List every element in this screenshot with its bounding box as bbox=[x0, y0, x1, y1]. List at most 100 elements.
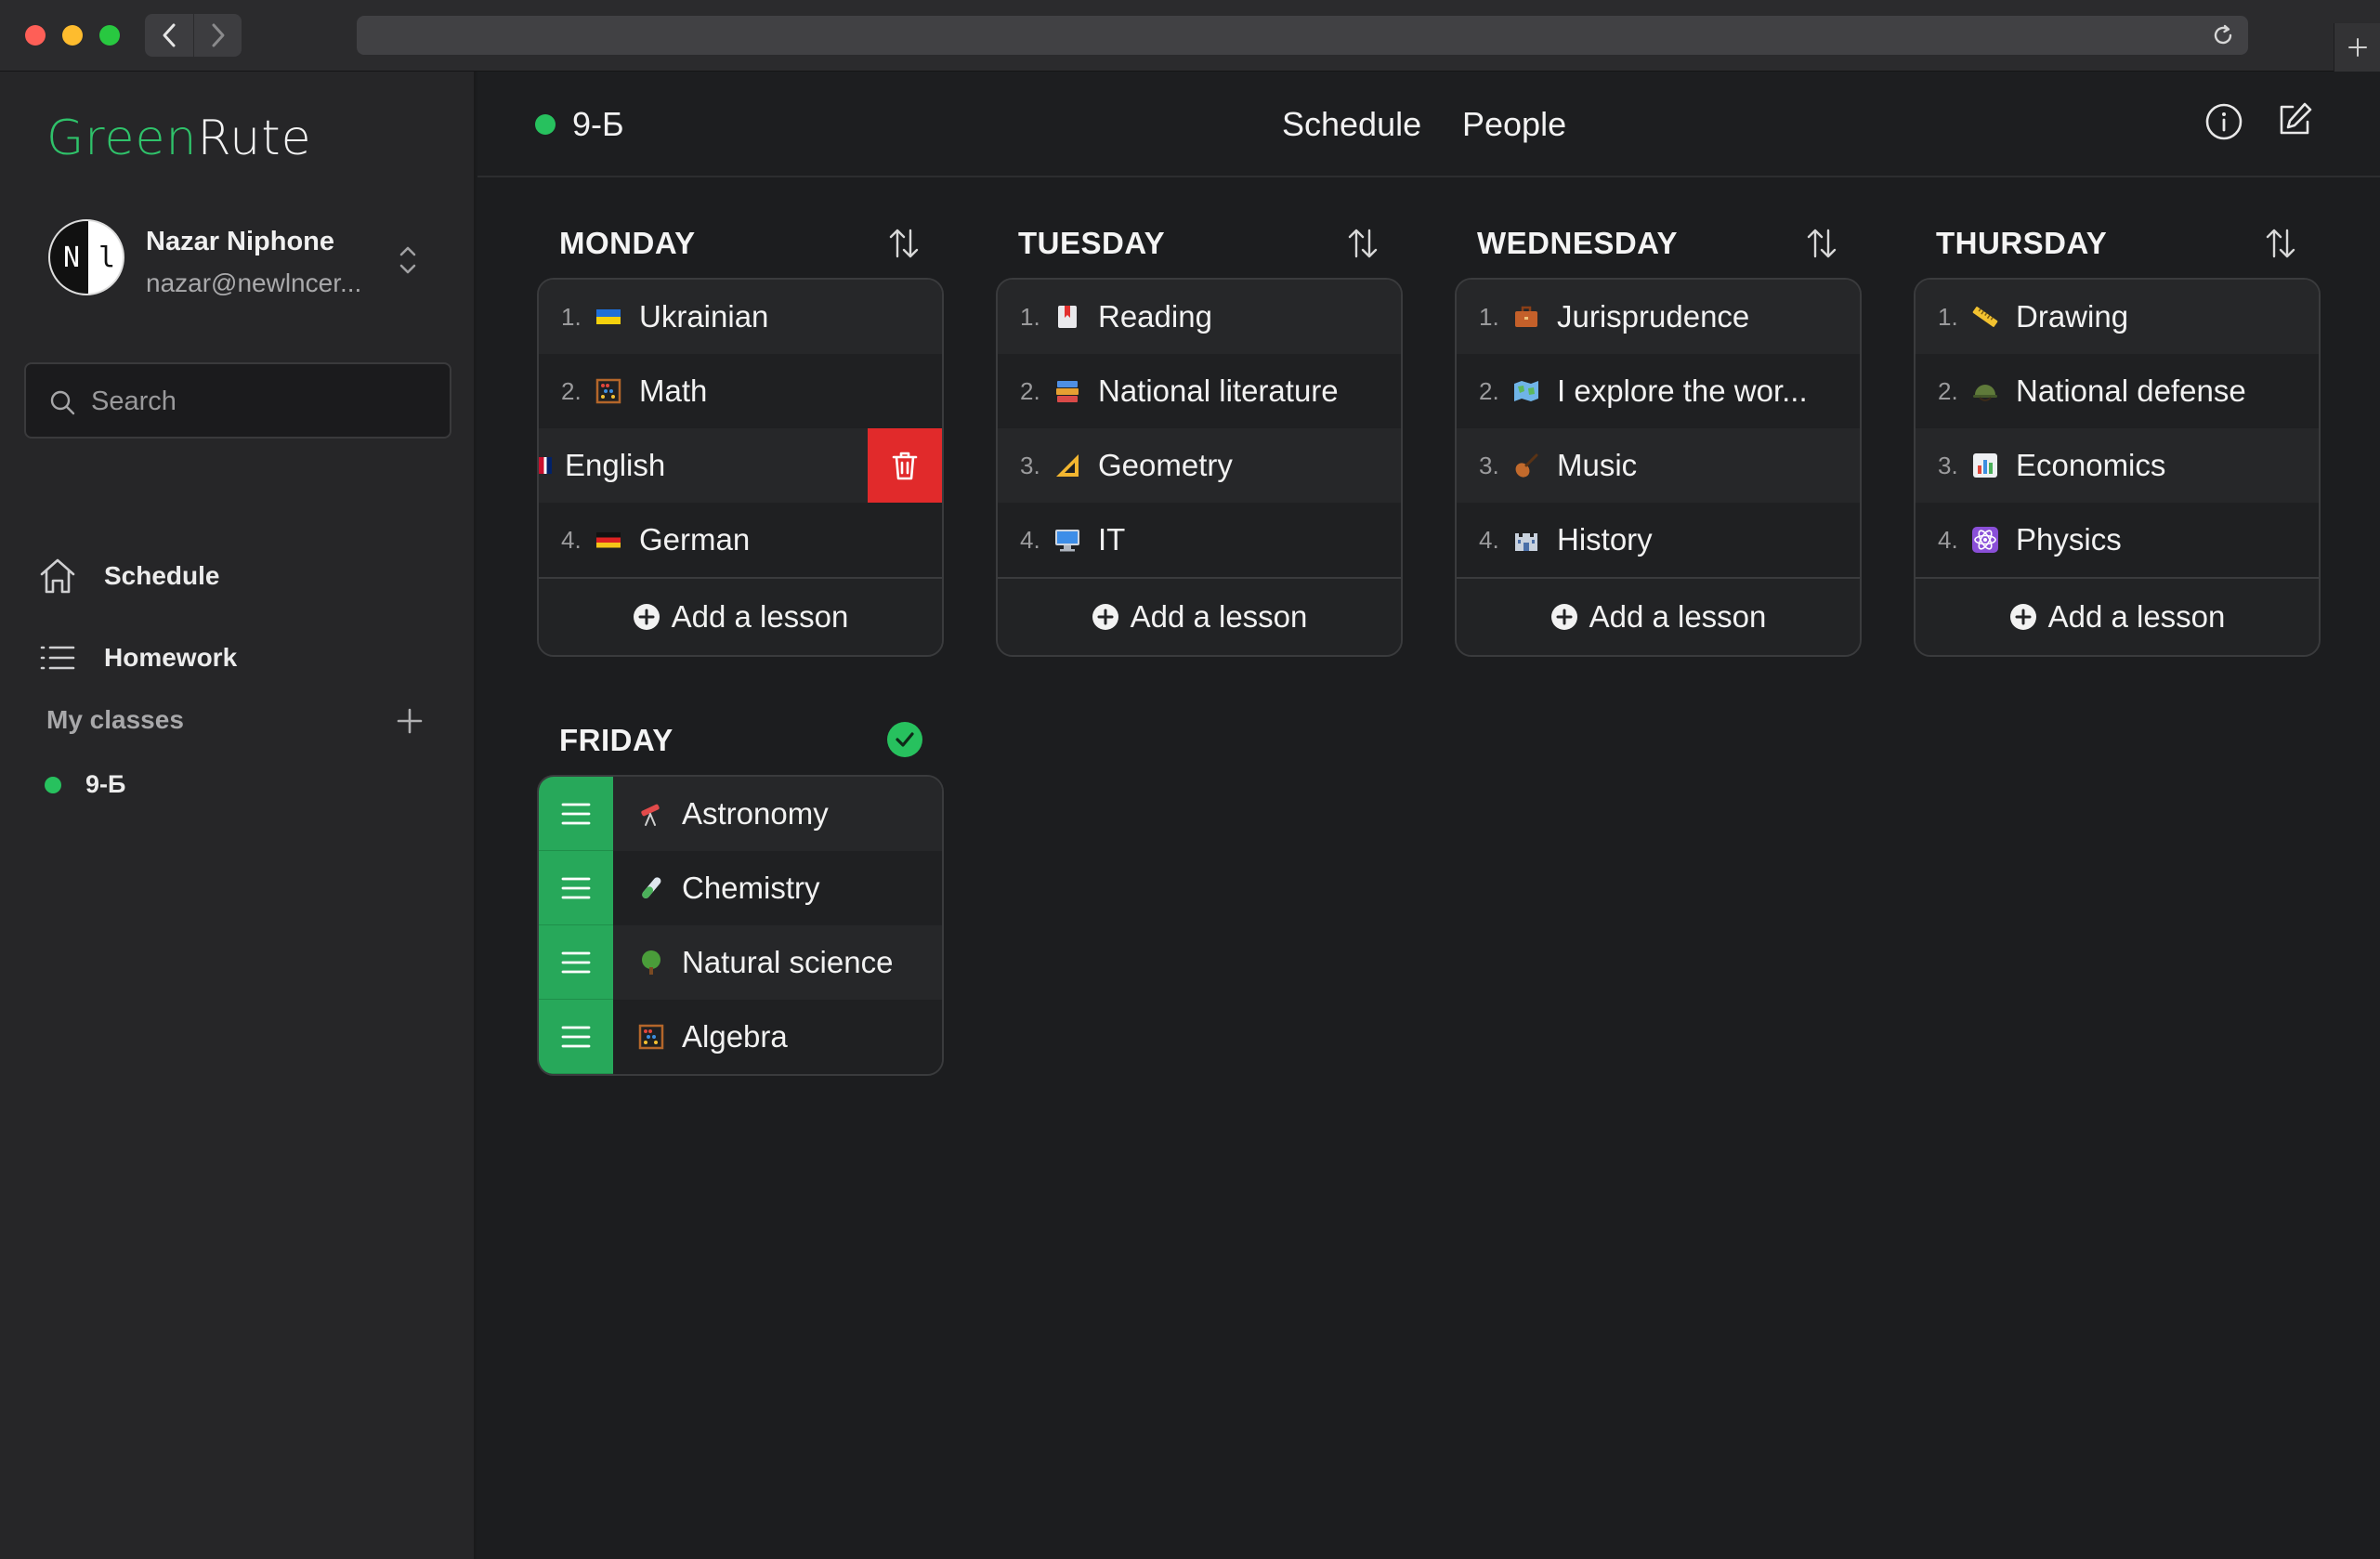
minimize-window-button[interactable] bbox=[62, 25, 83, 46]
list-item[interactable]: 2. National defense bbox=[1916, 354, 2319, 428]
list-item[interactable]: Astronomy bbox=[539, 777, 942, 851]
info-icon[interactable] bbox=[2203, 101, 2244, 142]
search-field[interactable] bbox=[24, 362, 451, 439]
list-item[interactable]: 3. Music bbox=[1457, 428, 1860, 503]
list-item[interactable]: 1. Reading bbox=[998, 280, 1401, 354]
chevron-right-icon bbox=[212, 23, 224, 47]
sort-arrows-icon[interactable] bbox=[1345, 226, 1380, 261]
new-tab-button[interactable] bbox=[2334, 23, 2380, 72]
military-helmet-icon bbox=[1969, 375, 2001, 407]
list-item[interactable]: English bbox=[539, 428, 942, 503]
sidebar-item-schedule[interactable]: Schedule bbox=[37, 548, 446, 604]
hamburger-icon bbox=[561, 803, 591, 824]
plus-circle-icon bbox=[633, 604, 660, 630]
lesson-name: History bbox=[1557, 522, 1653, 557]
tab-people[interactable]: People bbox=[1462, 105, 1566, 144]
lesson-list: 1. Reading 2. National literature 3. Geo… bbox=[996, 278, 1403, 657]
header: 9-Б Schedule People bbox=[477, 72, 2380, 177]
add-lesson-button[interactable]: Add a lesson bbox=[998, 577, 1401, 655]
add-lesson-button[interactable]: Add a lesson bbox=[539, 577, 942, 655]
lesson-name: German bbox=[639, 522, 751, 557]
list-item[interactable]: 3. Geometry bbox=[998, 428, 1401, 503]
class-item-9b[interactable]: 9-Б bbox=[45, 770, 125, 799]
app-logo[interactable]: GreenRute bbox=[46, 111, 312, 166]
list-item[interactable]: 4. History bbox=[1457, 503, 1860, 577]
user-name: Nazar Niphone bbox=[146, 227, 335, 256]
list-item[interactable]: 2. Math bbox=[539, 354, 942, 428]
edit-icon[interactable] bbox=[2274, 99, 2315, 140]
sort-arrows-icon[interactable] bbox=[886, 226, 922, 261]
drag-handle[interactable] bbox=[539, 1000, 613, 1074]
add-lesson-label: Add a lesson bbox=[671, 599, 849, 634]
delete-lesson-button[interactable] bbox=[868, 428, 942, 503]
sort-arrows-icon[interactable] bbox=[1804, 226, 1839, 261]
triangle-ruler-icon bbox=[1052, 450, 1083, 481]
computer-icon bbox=[1052, 524, 1083, 556]
lesson-name: Drawing bbox=[2016, 299, 2129, 334]
lesson-name: National literature bbox=[1098, 373, 1339, 408]
list-item[interactable]: Chemistry bbox=[539, 851, 942, 925]
close-window-button[interactable] bbox=[25, 25, 46, 46]
list-item[interactable]: 4. Physics bbox=[1916, 503, 2319, 577]
account-switcher[interactable]: N l Nazar Niphone nazar@newlncer... bbox=[46, 216, 437, 299]
day-name: TUESDAY bbox=[1018, 226, 1166, 260]
search-input[interactable] bbox=[91, 381, 435, 422]
uk-flag-icon bbox=[539, 457, 552, 474]
sidebar-item-homework[interactable]: Homework bbox=[37, 630, 446, 686]
plus-circle-icon bbox=[2009, 604, 2036, 630]
lesson-name: Reading bbox=[1098, 299, 1212, 334]
list-item[interactable]: 1. Drawing bbox=[1916, 280, 2319, 354]
abacus-icon bbox=[635, 1021, 667, 1053]
add-lesson-button[interactable]: Add a lesson bbox=[1916, 577, 2319, 655]
address-bar[interactable] bbox=[357, 16, 2248, 55]
list-item[interactable]: 4. German bbox=[539, 503, 942, 577]
tree-icon bbox=[635, 947, 667, 978]
lesson-name: Astronomy bbox=[682, 796, 829, 831]
drag-handle[interactable] bbox=[539, 777, 613, 851]
day-header: WEDNESDAY bbox=[1455, 215, 1862, 270]
list-item[interactable]: 2. I explore the wor... bbox=[1457, 354, 1860, 428]
list-item[interactable]: Algebra bbox=[539, 1000, 942, 1074]
lesson-name: Music bbox=[1557, 448, 1638, 482]
check-circle-icon[interactable] bbox=[886, 721, 923, 758]
plus-circle-icon bbox=[1550, 604, 1577, 630]
chevron-up-down-icon bbox=[399, 246, 416, 274]
lesson-list: Astronomy Chemistry Natural science Alge… bbox=[537, 775, 944, 1076]
history-nav bbox=[145, 14, 242, 57]
lesson-name: English bbox=[565, 448, 666, 482]
lesson-name: National defense bbox=[2016, 373, 2246, 408]
lesson-list: 1. Drawing 2. National defense 3. Econom… bbox=[1914, 278, 2321, 657]
add-lesson-label: Add a lesson bbox=[1130, 599, 1308, 634]
lesson-number: 2. bbox=[1938, 376, 1958, 405]
lesson-name: IT bbox=[1098, 522, 1126, 557]
list-item[interactable]: 4. IT bbox=[998, 503, 1401, 577]
forward-button[interactable] bbox=[193, 14, 242, 57]
list-item[interactable]: 1. Jurisprudence bbox=[1457, 280, 1860, 354]
add-class-plus-icon[interactable] bbox=[396, 707, 424, 735]
lesson-number: 1. bbox=[561, 302, 582, 331]
list-item[interactable]: Natural science bbox=[539, 925, 942, 1000]
lesson-number: 2. bbox=[1479, 376, 1499, 405]
class-item-label: 9-Б bbox=[85, 770, 126, 798]
lesson-number: 4. bbox=[1938, 525, 1958, 554]
add-lesson-button[interactable]: Add a lesson bbox=[1457, 577, 1860, 655]
sort-arrows-icon[interactable] bbox=[2263, 226, 2298, 261]
maximize-window-button[interactable] bbox=[99, 25, 120, 46]
drag-handle[interactable] bbox=[539, 925, 613, 1000]
drag-handle[interactable] bbox=[539, 851, 613, 925]
germany-flag-icon bbox=[593, 524, 624, 556]
list-item[interactable]: 2. National literature bbox=[998, 354, 1401, 428]
lesson-number: 1. bbox=[1020, 302, 1040, 331]
lesson-name: Physics bbox=[2016, 522, 2122, 557]
tab-schedule[interactable]: Schedule bbox=[1282, 105, 1421, 144]
add-lesson-label: Add a lesson bbox=[2047, 599, 2226, 634]
back-button[interactable] bbox=[145, 14, 193, 57]
reload-icon[interactable] bbox=[2211, 23, 2235, 47]
lesson-name: Math bbox=[639, 373, 708, 408]
list-item[interactable]: 1. Ukrainian bbox=[539, 280, 942, 354]
castle-icon bbox=[1510, 524, 1542, 556]
list-item[interactable]: 3. Economics bbox=[1916, 428, 2319, 503]
page-title: 9-Б bbox=[572, 105, 624, 143]
trash-icon bbox=[892, 452, 918, 480]
lesson-name: Geometry bbox=[1098, 448, 1233, 482]
